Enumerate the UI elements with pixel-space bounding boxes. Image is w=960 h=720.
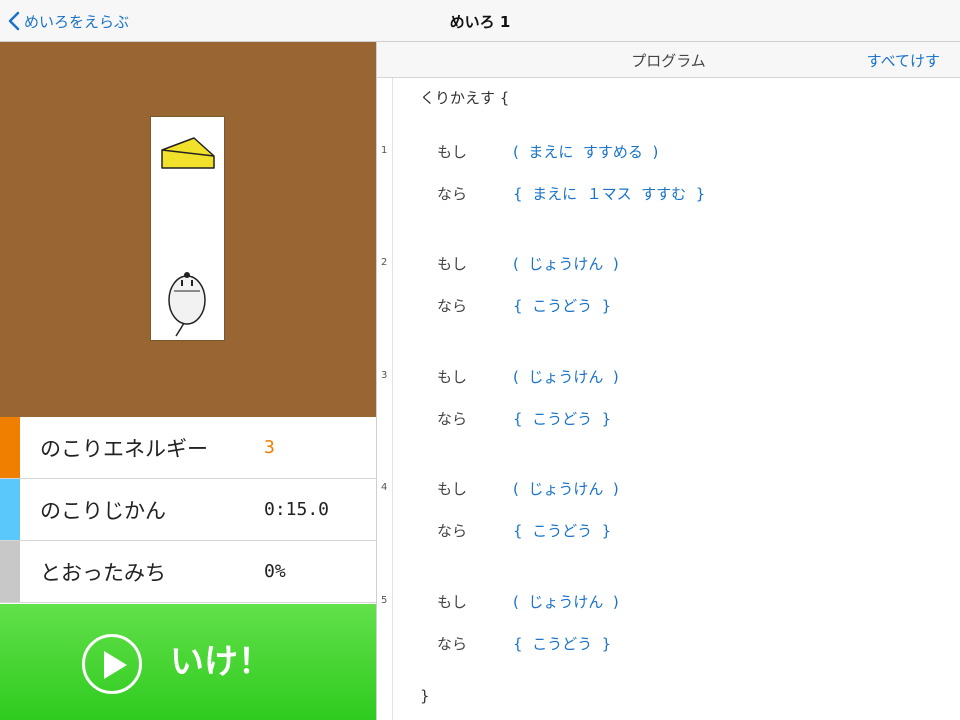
energy-label: のこりエネルギー — [40, 437, 208, 461]
condition-slot[interactable]: ( じょうけん ) — [513, 253, 619, 274]
cheese-icon — [161, 137, 215, 169]
then-label: なら — [437, 522, 468, 540]
then-label: なら — [437, 185, 468, 203]
if-label: もし — [437, 480, 468, 498]
navigation-bar: めいろをえらぶ めいろ 1 — [0, 0, 960, 42]
chevron-left-icon — [8, 11, 20, 31]
energy-stripe — [0, 417, 20, 478]
energy-value: 3 — [264, 437, 275, 458]
rule-number: 1 — [381, 145, 388, 156]
action-slot[interactable]: { こうどう } — [513, 520, 611, 541]
rule-number: 4 — [381, 482, 388, 493]
time-stripe — [0, 479, 20, 540]
game-panel: のこりエネルギー 3 のこりじかん 0:15.0 とおったみち 0% いけ！ — [0, 42, 376, 720]
mouse-icon — [168, 272, 206, 337]
progress-label: とおったみち — [40, 561, 166, 585]
go-button[interactable]: いけ！ — [0, 604, 376, 720]
if-label: もし — [437, 593, 468, 611]
rule-number: 3 — [381, 370, 388, 381]
back-button-label: めいろをえらぶ — [24, 12, 130, 31]
stat-row-energy: のこりエネルギー 3 — [0, 417, 376, 479]
time-label: のこりじかん — [40, 499, 166, 523]
action-slot[interactable]: { こうどう } — [513, 295, 611, 316]
rule-number: 2 — [381, 257, 388, 268]
stat-row-time: のこりじかん 0:15.0 — [0, 479, 376, 541]
condition-slot[interactable]: ( じょうけん ) — [513, 478, 619, 499]
then-label: なら — [437, 297, 468, 315]
action-slot[interactable]: { こうどう } — [513, 408, 611, 429]
loop-open: くりかえす { — [420, 89, 510, 107]
program-header: プログラム すべてけす — [377, 42, 960, 78]
progress-value: 0% — [264, 561, 286, 582]
if-label: もし — [437, 255, 468, 273]
play-icon — [82, 634, 142, 694]
clear-all-button[interactable]: すべてけす — [867, 50, 940, 71]
line-gutter — [377, 78, 393, 720]
then-label: なら — [437, 410, 468, 428]
action-slot[interactable]: { まえに １マス すすむ } — [513, 183, 705, 204]
page-title: めいろ 1 — [449, 13, 511, 31]
then-label: なら — [437, 635, 468, 653]
action-slot[interactable]: { こうどう } — [513, 633, 611, 654]
condition-slot[interactable]: ( まえに すすめる ) — [513, 141, 658, 162]
maze-board — [0, 42, 376, 417]
program-panel: プログラム すべてけす くりかえす { 1 もし ( まえに すすめる ) なら… — [377, 42, 960, 720]
stat-row-progress: とおったみち 0% — [0, 541, 376, 603]
condition-slot[interactable]: ( じょうけん ) — [513, 366, 619, 387]
progress-stripe — [0, 541, 20, 602]
go-button-label: いけ！ — [170, 642, 272, 682]
rule-number: 5 — [381, 595, 388, 606]
condition-slot[interactable]: ( じょうけん ) — [513, 591, 619, 612]
if-label: もし — [437, 368, 468, 386]
app-root: めいろをえらぶ めいろ 1 のこりエネルギー 3 のこりじかん 0:15.0 と… — [0, 0, 960, 720]
back-button[interactable]: めいろをえらぶ — [8, 9, 129, 33]
time-value: 0:15.0 — [264, 499, 330, 520]
loop-close: } — [420, 687, 430, 705]
if-label: もし — [437, 143, 468, 161]
